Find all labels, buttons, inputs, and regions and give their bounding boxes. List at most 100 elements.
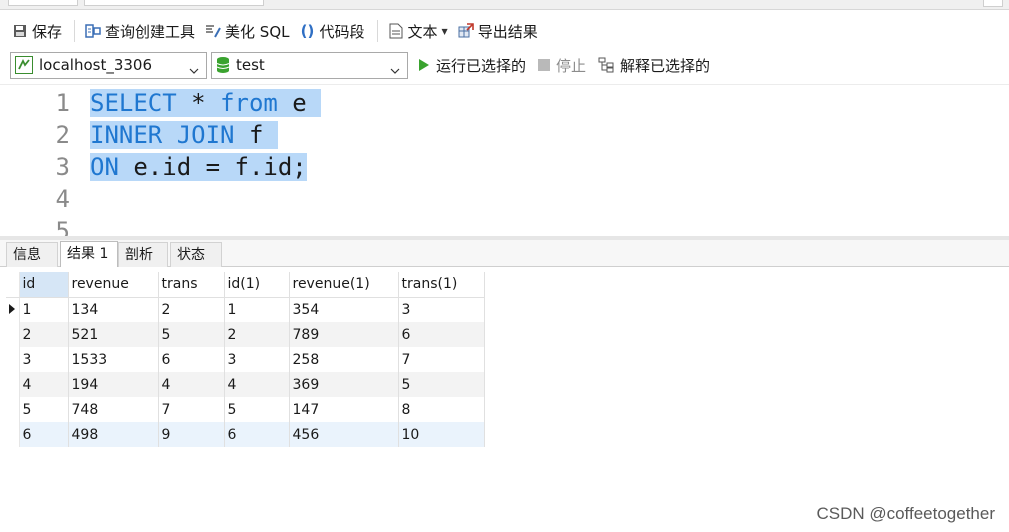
explain-icon xyxy=(598,57,614,73)
table-cell[interactable]: 7 xyxy=(158,397,225,422)
column-header[interactable]: id(1) xyxy=(224,272,290,298)
table-cell[interactable]: 2 xyxy=(19,322,69,347)
column-header[interactable]: id xyxy=(19,272,69,298)
beautify-sql-button[interactable]: 美化 SQL xyxy=(201,18,293,44)
code-snippet-icon: () xyxy=(300,22,315,40)
editor-line-3[interactable]: 3 ON e.id = f.id; xyxy=(0,151,1009,183)
table-row[interactable]: 6 498 9 6 456 10 xyxy=(6,422,485,447)
table-row[interactable]: 5 748 7 5 147 8 xyxy=(6,397,485,422)
table-cell[interactable]: 1 xyxy=(19,297,69,322)
table-cell[interactable]: 258 xyxy=(289,347,399,372)
row-header-corner xyxy=(6,272,20,298)
document-tab[interactable] xyxy=(8,0,78,6)
table-cell[interactable]: 4 xyxy=(158,372,225,397)
query-builder-button[interactable]: 查询创建工具 xyxy=(81,18,199,44)
code-snippet-label: 代码段 xyxy=(319,22,365,41)
run-selected-button[interactable]: 运行已选择的 xyxy=(412,52,532,78)
table-row[interactable]: 4 194 4 4 369 5 xyxy=(6,372,485,397)
beautify-sql-icon xyxy=(205,23,221,39)
table-cell[interactable]: 521 xyxy=(68,322,159,347)
tab-result-1[interactable]: 结果 1 xyxy=(60,241,118,267)
table-cell[interactable]: 789 xyxy=(289,322,399,347)
row-header[interactable] xyxy=(6,297,20,322)
stop-button[interactable]: 停止 xyxy=(532,52,592,78)
table-cell[interactable]: 5 xyxy=(224,397,290,422)
row-header[interactable] xyxy=(6,322,20,347)
table-cell[interactable]: 1 xyxy=(224,297,290,322)
code-token: e.id = f.id; xyxy=(118,153,307,181)
column-header[interactable]: trans(1) xyxy=(398,272,485,298)
column-header[interactable]: trans xyxy=(158,272,225,298)
table-cell[interactable]: 5 xyxy=(158,322,225,347)
table-cell[interactable]: 354 xyxy=(289,297,399,322)
table-cell[interactable]: 2 xyxy=(224,322,290,347)
table-cell[interactable]: 6 xyxy=(398,322,485,347)
code-token: e xyxy=(277,89,322,117)
table-cell[interactable]: 3 xyxy=(224,347,290,372)
sql-editor[interactable]: 1 SELECT * from e 2 INNER JOIN f 3 ON e.… xyxy=(0,84,1009,236)
table-cell[interactable]: 147 xyxy=(289,397,399,422)
table-row[interactable]: 2 521 5 2 789 6 xyxy=(6,322,485,347)
code-token: INNER JOIN xyxy=(90,121,235,149)
table-cell[interactable]: 5 xyxy=(19,397,69,422)
column-header[interactable]: revenue(1) xyxy=(289,272,399,298)
table-cell[interactable]: 748 xyxy=(68,397,159,422)
document-tab-active[interactable] xyxy=(84,0,264,6)
code-line: ON e.id = f.id; xyxy=(90,151,307,183)
table-cell[interactable]: 1533 xyxy=(68,347,159,372)
header-row: id revenue trans id(1) revenue(1) trans(… xyxy=(6,272,485,298)
table-row[interactable]: 3 1533 6 3 258 7 xyxy=(6,347,485,372)
table-cell[interactable]: 4 xyxy=(224,372,290,397)
text-mode-label: 文本 xyxy=(407,22,438,41)
table-row[interactable]: 1 134 2 1 354 3 xyxy=(6,297,485,322)
table-cell[interactable]: 8 xyxy=(398,397,485,422)
table-cell[interactable]: 2 xyxy=(158,297,225,322)
table-cell[interactable]: 6 xyxy=(224,422,290,447)
tab-profile[interactable]: 剖析 xyxy=(118,242,168,267)
database-select[interactable]: test xyxy=(211,51,408,79)
save-icon xyxy=(12,23,28,39)
row-header[interactable] xyxy=(6,422,20,447)
text-mode-dropdown[interactable]: 文本 ▼ xyxy=(384,18,452,44)
line-number: 5 xyxy=(55,217,70,236)
table-cell[interactable]: 3 xyxy=(19,347,69,372)
table-cell[interactable]: 7 xyxy=(398,347,485,372)
table-cell[interactable]: 6 xyxy=(19,422,69,447)
save-button[interactable]: 保存 xyxy=(8,18,66,44)
table-cell[interactable]: 9 xyxy=(158,422,225,447)
table-cell[interactable]: 10 xyxy=(398,422,485,447)
results-grid[interactable]: id revenue trans id(1) revenue(1) trans(… xyxy=(6,272,485,447)
table-cell[interactable]: 6 xyxy=(158,347,225,372)
save-label: 保存 xyxy=(32,22,63,41)
watermark: CSDN @coffeetogether xyxy=(816,504,995,523)
chevron-down-icon xyxy=(189,61,199,79)
query-builder-icon xyxy=(85,23,101,39)
explain-selected-label: 解释已选择的 xyxy=(620,56,711,75)
table-cell[interactable]: 194 xyxy=(68,372,159,397)
tab-status[interactable]: 状态 xyxy=(170,242,222,267)
editor-line-5[interactable]: 5 xyxy=(0,215,1009,236)
editor-line-2[interactable]: 2 INNER JOIN f xyxy=(0,119,1009,151)
code-snippet-button[interactable]: () 代码段 xyxy=(296,18,369,44)
explain-selected-button[interactable]: 解释已选择的 xyxy=(592,52,716,78)
table-cell[interactable]: 4 xyxy=(19,372,69,397)
export-results-button[interactable]: 导出结果 xyxy=(454,18,542,44)
table-cell[interactable]: 3 xyxy=(398,297,485,322)
row-header[interactable] xyxy=(6,397,20,422)
editor-line-1[interactable]: 1 SELECT * from e xyxy=(0,87,1009,119)
tab-info[interactable]: 信息 xyxy=(6,242,58,267)
window-control[interactable] xyxy=(983,0,1003,7)
table-cell[interactable]: 456 xyxy=(289,422,399,447)
row-header[interactable] xyxy=(6,347,20,372)
row-header[interactable] xyxy=(6,372,20,397)
table-cell[interactable]: 369 xyxy=(289,372,399,397)
table-cell[interactable]: 134 xyxy=(68,297,159,322)
stop-icon xyxy=(538,59,551,71)
table-cell[interactable]: 5 xyxy=(398,372,485,397)
table-cell[interactable]: 498 xyxy=(68,422,159,447)
connection-select[interactable]: localhost_3306 xyxy=(10,51,207,79)
chevron-down-icon xyxy=(390,61,400,79)
code-token: SELECT xyxy=(90,89,177,117)
column-header[interactable]: revenue xyxy=(68,272,159,298)
editor-line-4[interactable]: 4 xyxy=(0,183,1009,215)
